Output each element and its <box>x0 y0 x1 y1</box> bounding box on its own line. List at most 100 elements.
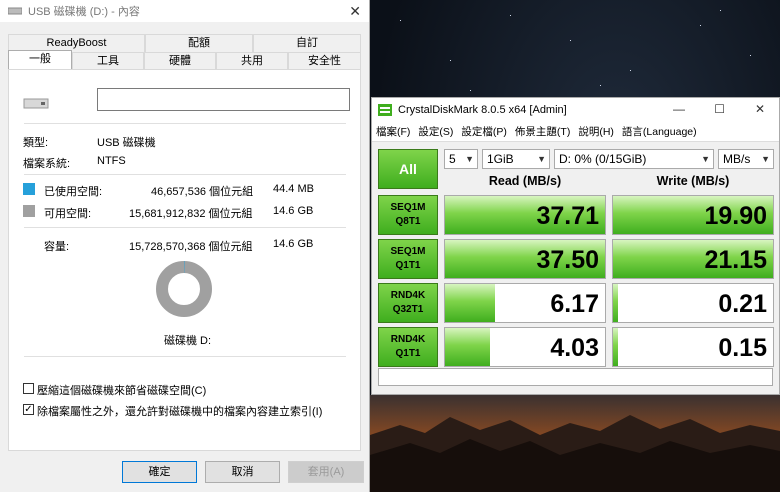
star <box>750 55 751 56</box>
minimize-icon[interactable]: — <box>673 102 685 116</box>
write-bar <box>613 284 618 322</box>
tab-security[interactable]: 安全性 <box>288 52 361 70</box>
filesystem-label: 檔案系統: <box>23 158 71 170</box>
apply-button[interactable]: 套用(A) <box>288 461 364 483</box>
read-value: 6.17 <box>550 290 599 318</box>
size-select[interactable]: 1GiB ▼ <box>482 149 550 169</box>
test-button-3[interactable]: RND4K Q1T1 <box>378 327 438 367</box>
used-space-size: 44.4 MB <box>273 183 314 195</box>
test-name: RND4K <box>390 334 426 345</box>
tab-sharing[interactable]: 共用 <box>216 52 288 70</box>
crystaldiskmark-window: CrystalDiskMark 8.0.5 x64 [Admin] — ☐ ✕ … <box>371 97 780 395</box>
drive-icon <box>23 98 49 109</box>
capacity-bytes: 15,728,570,368 個位元組 <box>129 241 253 253</box>
size-value: 1GiB <box>487 152 514 166</box>
read-result-cell: 6.17 <box>444 283 606 323</box>
test-button-1[interactable]: SEQ1M Q1T1 <box>378 239 438 279</box>
read-bar <box>445 328 490 366</box>
chevron-down-icon: ▼ <box>701 154 710 164</box>
drive-value: D: 0% (0/15GiB) <box>559 152 647 166</box>
test-button-0[interactable]: SEQ1M Q8T1 <box>378 195 438 235</box>
free-space-swatch <box>23 205 35 217</box>
menu-file[interactable]: 檔案(F) <box>376 124 410 139</box>
type-label: 類型: <box>23 137 49 149</box>
write-value: 21.15 <box>704 246 767 274</box>
index-label: 除檔案屬性之外，還允許對磁碟機中的檔案內容建立索引(I) <box>37 406 323 418</box>
tab-general[interactable]: 一般 <box>8 50 72 71</box>
cancel-button[interactable]: 取消 <box>205 461 280 483</box>
test-name: RND4K <box>390 290 426 301</box>
star <box>630 70 631 71</box>
volume-name-input[interactable] <box>97 88 350 111</box>
used-space-bytes: 46,657,536 個位元組 <box>151 186 254 198</box>
star <box>510 15 511 16</box>
menu-settings[interactable]: 設定(S) <box>418 124 453 139</box>
usb-drive-icon <box>8 7 22 15</box>
ok-button[interactable]: 確定 <box>122 461 197 483</box>
free-space-bytes: 15,681,912,832 個位元組 <box>129 208 253 220</box>
compress-checkbox[interactable] <box>23 383 34 394</box>
star <box>450 60 451 61</box>
write-result-cell: 21.15 <box>612 239 774 279</box>
menu-help[interactable]: 說明(H) <box>578 124 614 139</box>
star <box>400 20 401 21</box>
test-queue: Q1T1 <box>395 348 421 359</box>
general-tab-panel: 類型: USB 磁碟機 檔案系統: NTFS 已使用空間: 46,657,536… <box>8 69 361 451</box>
index-checkbox[interactable]: ✓ <box>23 404 34 415</box>
tab-customize[interactable]: 自訂 <box>253 34 361 52</box>
close-icon[interactable]: ✕ <box>349 3 361 20</box>
compress-label: 壓縮這個磁碟機來節省磁碟空間(C) <box>37 385 207 397</box>
maximize-icon[interactable]: ☐ <box>714 102 725 116</box>
test-name: SEQ1M <box>390 202 426 213</box>
write-bar <box>613 328 618 366</box>
unit-select[interactable]: MB/s ▼ <box>718 149 774 169</box>
chevron-down-icon: ▼ <box>761 154 770 164</box>
menu-language[interactable]: 語言(Language) <box>622 124 697 139</box>
drive-letter-label: 磁碟機 D: <box>164 335 212 347</box>
cdm-menubar: 檔案(F) 設定(S) 設定檔(P) 佈景主題(T) 說明(H) 語言(Lang… <box>372 122 779 142</box>
mountain-silhouette <box>370 415 780 492</box>
comment-field[interactable] <box>378 368 773 386</box>
count-value: 5 <box>449 152 456 166</box>
write-value: 0.15 <box>718 334 767 362</box>
star <box>600 85 601 86</box>
read-result-cell: 37.71 <box>444 195 606 235</box>
write-header: Write (MB/s) <box>656 174 730 188</box>
menu-theme[interactable]: 佈景主題(T) <box>515 124 570 139</box>
test-queue: Q8T1 <box>395 216 421 227</box>
write-result-cell: 0.21 <box>612 283 774 323</box>
divider <box>24 174 346 175</box>
read-value: 4.03 <box>550 334 599 362</box>
write-value: 19.90 <box>704 202 767 230</box>
test-queue: Q32T1 <box>392 304 424 315</box>
drive-select[interactable]: D: 0% (0/15GiB) ▼ <box>554 149 714 169</box>
all-button[interactable]: All <box>378 149 438 189</box>
properties-title: USB 磁碟機 (D:) - 內容 <box>28 6 140 18</box>
divider <box>24 123 346 124</box>
star <box>470 90 471 91</box>
read-result-cell: 37.50 <box>444 239 606 279</box>
drive-properties-window: USB 磁碟機 (D:) - 內容 ✕ ReadyBoost 配額 自訂 一般 … <box>0 0 370 492</box>
cdm-titlebar: CrystalDiskMark 8.0.5 x64 [Admin] — ☐ ✕ <box>372 98 779 122</box>
divider <box>24 227 346 228</box>
menu-profile[interactable]: 設定檔(P) <box>461 124 507 139</box>
count-select[interactable]: 5 ▼ <box>444 149 478 169</box>
close-icon[interactable]: ✕ <box>755 102 765 116</box>
tab-hardware[interactable]: 硬體 <box>144 52 216 70</box>
tab-row-bottom: 一般 工具 硬體 共用 安全性 <box>8 50 361 71</box>
used-space-label: 已使用空間: <box>44 186 103 198</box>
unit-value: MB/s <box>723 152 751 166</box>
write-result-cell: 0.15 <box>612 327 774 367</box>
star <box>700 25 701 26</box>
divider <box>24 356 346 357</box>
read-bar <box>445 284 495 322</box>
star <box>720 10 721 11</box>
test-name: SEQ1M <box>390 246 426 257</box>
type-value: USB 磁碟機 <box>97 137 156 149</box>
chevron-down-icon: ▼ <box>537 154 546 164</box>
read-result-cell: 4.03 <box>444 327 606 367</box>
test-button-2[interactable]: RND4K Q32T1 <box>378 283 438 323</box>
free-space-size: 14.6 GB <box>273 205 314 217</box>
tab-quota[interactable]: 配額 <box>145 34 253 52</box>
tab-tools[interactable]: 工具 <box>72 52 144 70</box>
